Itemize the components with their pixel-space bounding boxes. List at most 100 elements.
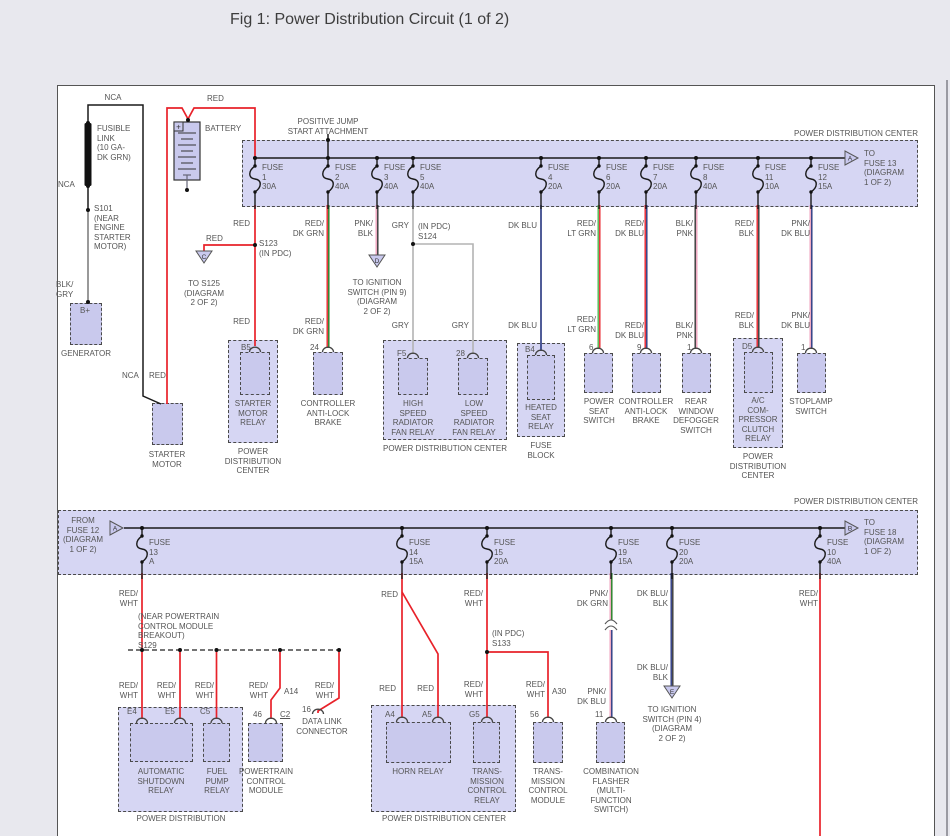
rear-window-defogger-switch-box [682,353,711,393]
fuse-20-label: FUSE 20 20A [679,538,713,567]
nca-starter-wire-label: NCA [122,371,146,381]
b-plus-terminal-label: B+ [80,306,98,316]
horn-relay-box [386,722,451,763]
transmission-control-relay-box [473,722,500,763]
wire-label-f15-56: RED/ WHT [517,680,545,699]
low-speed-fan-relay-label: LOW SPEED RADIATOR FAN RELAY [446,399,502,437]
wire-label-f4-upper: DK BLU [503,221,537,231]
blk-gry-wire-label: BLK/ GRY [56,280,84,299]
pdc1-title: POWER DISTRIBUTION CENTER [758,129,918,139]
fuse-1-label: FUSE 1 30A [262,163,296,192]
page-edge-divider [946,80,948,836]
fuse-5-label: FUSE 5 40A [420,163,454,192]
pin-9-label: 9 [637,343,641,353]
wire-label-f6-upper: RED/ LT GRN [554,219,596,238]
fuse-block-sub-label: FUSE BLOCK [520,441,562,460]
pin-b5-label: B5 [241,343,251,353]
battery-red-wire-label: RED [207,94,231,104]
wire-label-f15: RED/ WHT [457,589,483,608]
wire-label-f12-upper: PNK/ DK BLU [766,219,810,238]
s133-splice-label: (IN PDC) S133 [492,629,532,648]
fuse-19-label: FUSE 19 15A [618,538,652,567]
wire-label-s129-3: RED/ WHT [186,681,214,700]
ac-pdc-sub-label: POWER DISTRIBUTION CENTER [725,452,791,481]
s124-splice-label: (IN PDC) S124 [418,222,458,241]
red-wire-label-b5: RED [226,317,250,327]
jump-start-label: POSITIVE JUMP START ATTACHMENT [268,117,388,136]
pin-24-label: 24 [310,343,319,353]
fuse-15-label: FUSE 15 20A [494,538,528,567]
pin-a5-label: A5 [422,710,432,720]
wire-label-f7-lower: RED/ DK BLU [602,321,644,340]
wiring-diagram-page: Fig 1: Power Distribution Circuit (1 of … [0,0,950,836]
automatic-shutdown-relay-label: AUTOMATIC SHUTDOWN RELAY [131,767,191,796]
connector-a14-label: A14 [284,687,298,697]
pdc2-title: POWER DISTRIBUTION CENTER [758,497,918,507]
controller-antilock-brake-box-1 [313,352,343,395]
wire-label-f5-upper: GRY [383,221,409,231]
pdc1-exit-note: TO FUSE 13 (DIAGRAM 1 OF 2) [864,149,916,187]
ac-clutch-relay-box [744,352,773,393]
wire-label-f8-upper: BLK/ PNK [659,219,693,238]
combination-flasher-box [596,722,625,763]
wire-label-f11-lower: RED/ BLK [720,311,754,330]
pin-a4-label: A4 [385,710,395,720]
wire-label-f13: RED/ WHT [112,589,138,608]
controller-antilock-brake-box-2 [632,353,661,393]
fuse-4-label: FUSE 4 20A [548,163,582,192]
fuse-12-label: FUSE 12 15A [818,163,852,192]
pin-f5-label: F5 [397,349,406,359]
high-speed-fan-relay-box [398,358,428,395]
heated-seat-relay-box [527,355,555,400]
asr-pdc-sub-label: POWER DISTRIBUTION [120,814,242,824]
starter-motor-box [152,403,183,445]
powertrain-control-module-box [248,723,283,762]
fuse-6-label: FUSE 6 20A [606,163,640,192]
nca-top-label: NCA [100,93,126,103]
wire-label-f20-upper: DK BLU/ BLK [630,589,668,608]
fuse-13-label: FUSE 13 A [149,538,183,567]
data-link-connector-label: DATA LINK CONNECTOR [292,717,352,736]
transmission-control-module-label: TRANS- MISSION CONTROL MODULE [522,767,574,805]
connector-a30-label: A30 [552,687,566,697]
wire-label-f11-upper: RED/ BLK [720,219,754,238]
heated-seat-relay-label: HEATED SEAT RELAY [517,403,565,432]
to-ignition-pin9-note: TO IGNITION SWITCH (PIN 9) (DIAGRAM 2 OF… [330,278,424,316]
high-speed-fan-relay-label: HIGH SPEED RADIATOR FAN RELAY [385,399,441,437]
generator-label: GENERATOR [54,349,118,359]
pin-28-label: 28 [456,349,465,359]
pin-b4-label: B4 [525,345,535,355]
to-ignition-pin4-note: TO IGNITION SWITCH (PIN 4) (DIAGRAM 2 OF… [629,705,715,743]
wire-label-f14-a5: RED [412,684,434,694]
s123-splice-label: S123 (IN PDC) [259,239,299,258]
pin-46-label: 46 [253,710,262,720]
pin-1-stop-label: 1 [801,343,805,353]
wire-label-s129-5: RED/ WHT [306,681,334,700]
fuse-3-label: FUSE 3 40A [384,163,418,192]
ac-clutch-relay-label: A/C COM- PRESSOR CLUTCH RELAY [734,396,782,444]
smr-pdc-sub-label: POWER DISTRIBUTION CENTER [220,447,286,476]
wire-label-f19-lower: PNK/ DK BLU [570,687,606,706]
wire-label-f5-lower-2: GRY [445,321,469,331]
s129-splice-label: (NEAR POWERTRAIN CONTROL MODULE BREAKOUT… [138,612,228,650]
wire-label-s129-1: RED/ WHT [110,681,138,700]
stoplamp-switch-label: STOPLAMP SWITCH [787,397,835,416]
wire-label-s129-2: RED/ WHT [148,681,176,700]
fuse-8-label: FUSE 8 40A [703,163,737,192]
starter-motor-relay-label: STARTER MOTOR RELAY [228,399,278,428]
pin-c5-label: C5 [200,707,210,717]
wire-label-f10: RED/ WHT [790,589,818,608]
fan-pdc-sub-label: POWER DISTRIBUTION CENTER [383,444,507,454]
battery-label: BATTERY [205,124,249,134]
wire-label-f14-a4: RED [374,684,396,694]
wire-label-f20-lower: DK BLU/ BLK [630,663,668,682]
horn-pdc-sub-label: POWER DISTRIBUTION CENTER [382,814,506,824]
pin-1-rwd-label: 1 [687,343,691,353]
automatic-shutdown-relay-box [130,723,193,762]
pin-g5-label: G5 [469,710,480,720]
wire-label-f6-lower: RED/ LT GRN [554,315,596,334]
pdc2-exit-note: TO FUSE 18 (DIAGRAM 1 OF 2) [864,518,916,556]
pin-11-label: 11 [595,710,603,720]
wire-label-f2-upper: RED/ DK GRN [282,219,324,238]
power-seat-switch-box [584,353,613,393]
